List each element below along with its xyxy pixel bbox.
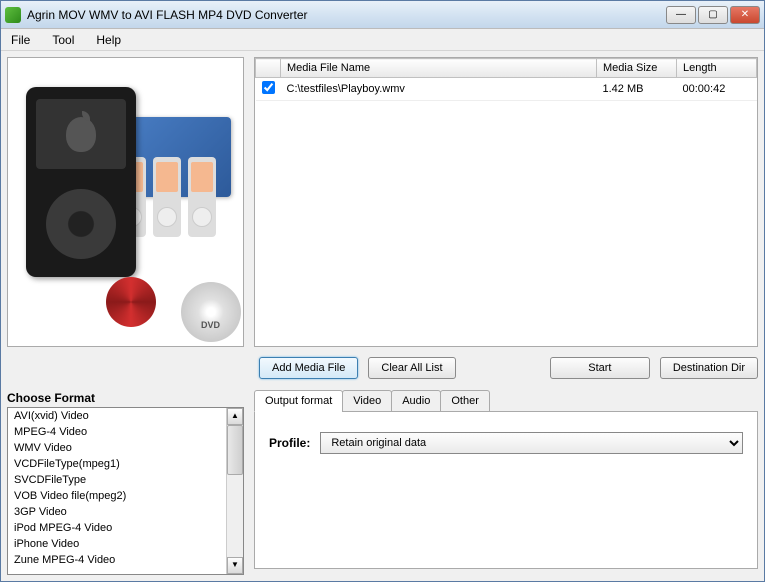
tab-audio[interactable]: Audio [391, 390, 441, 412]
format-list-item[interactable]: VCDFileType(mpeg1) [8, 456, 226, 472]
format-list-item[interactable]: VOB Video file(mpeg2) [8, 488, 226, 504]
preview-artwork: DVD [16, 67, 236, 337]
convert-arrows-icon [106, 277, 156, 327]
cell-length: 00:00:42 [677, 78, 757, 101]
tab-other[interactable]: Other [440, 390, 490, 412]
scroll-down-icon[interactable]: ▼ [227, 557, 243, 574]
format-scrollbar[interactable]: ▲ ▼ [226, 408, 243, 574]
action-button-row: Add Media File Clear All List Start Dest… [7, 353, 758, 383]
tab-content: Profile: Retain original data [254, 411, 758, 569]
profile-select[interactable]: Retain original data [320, 432, 743, 454]
convert-badge [106, 277, 156, 327]
menubar: File Tool Help [1, 29, 764, 51]
table-row[interactable]: C:\testfiles\Playboy.wmv1.42 MB00:00:42 [256, 78, 757, 101]
file-list-panel: Media File Name Media Size Length C:\tes… [254, 57, 758, 347]
content-area: DVD Media File Name Media Size Length C:… [1, 51, 764, 581]
window-controls: — ▢ ✕ [666, 6, 760, 24]
format-list-wrap: AVI(xvid) VideoMPEG-4 VideoWMV VideoVCDF… [7, 407, 244, 575]
col-media-size[interactable]: Media Size [597, 59, 677, 78]
output-panel: Output format Video Audio Other Profile:… [254, 389, 758, 575]
window-title: Agrin MOV WMV to AVI FLASH MP4 DVD Conve… [27, 8, 666, 22]
app-icon [5, 7, 21, 23]
format-title: Choose Format [7, 389, 244, 407]
format-list-item[interactable]: SVCDFileType [8, 472, 226, 488]
format-list-item[interactable]: AVI(xvid) Video [8, 408, 226, 424]
start-button[interactable]: Start [550, 357, 650, 379]
scroll-track[interactable] [227, 425, 243, 557]
maximize-button[interactable]: ▢ [698, 6, 728, 24]
menu-file[interactable]: File [7, 31, 34, 49]
add-media-button[interactable]: Add Media File [259, 357, 358, 379]
format-list-item[interactable]: MPEG-4 Video [8, 424, 226, 440]
app-window: Agrin MOV WMV to AVI FLASH MP4 DVD Conve… [0, 0, 765, 582]
col-media-name[interactable]: Media File Name [281, 59, 597, 78]
profile-label: Profile: [269, 436, 310, 450]
upper-section: DVD Media File Name Media Size Length C:… [7, 57, 758, 347]
tab-output-format[interactable]: Output format [254, 390, 343, 412]
minimize-button[interactable]: — [666, 6, 696, 24]
format-list-item[interactable]: WMV Video [8, 440, 226, 456]
titlebar: Agrin MOV WMV to AVI FLASH MP4 DVD Conve… [1, 1, 764, 29]
nano-graphic [188, 157, 216, 237]
scroll-up-icon[interactable]: ▲ [227, 408, 243, 425]
clickwheel-graphic [46, 189, 116, 259]
lower-section: Choose Format AVI(xvid) VideoMPEG-4 Vide… [7, 389, 758, 575]
format-list-item[interactable]: 3GP Video [8, 504, 226, 520]
ipod-large-graphic [26, 87, 136, 277]
profile-row: Profile: Retain original data [269, 432, 743, 454]
tab-video[interactable]: Video [342, 390, 392, 412]
cell-name: C:\testfiles\Playboy.wmv [281, 78, 597, 101]
clear-all-button[interactable]: Clear All List [368, 357, 455, 379]
apple-logo-icon [66, 117, 96, 152]
format-list-item[interactable]: iPod MPEG-4 Video [8, 520, 226, 536]
format-list[interactable]: AVI(xvid) VideoMPEG-4 VideoWMV VideoVCDF… [8, 408, 226, 574]
destination-dir-button[interactable]: Destination Dir [660, 357, 758, 379]
menu-tool[interactable]: Tool [48, 31, 78, 49]
nano-graphic [153, 157, 181, 237]
output-tabs: Output format Video Audio Other [254, 390, 758, 412]
close-button[interactable]: ✕ [730, 6, 760, 24]
col-check[interactable] [256, 59, 281, 78]
col-length[interactable]: Length [677, 59, 757, 78]
scroll-thumb[interactable] [227, 425, 243, 475]
format-list-item[interactable]: iPhone Video [8, 536, 226, 552]
dvd-disc-icon: DVD [181, 282, 241, 342]
preview-box: DVD [7, 57, 244, 347]
format-list-item[interactable]: Zune MPEG-4 Video [8, 552, 226, 568]
menu-help[interactable]: Help [92, 31, 125, 49]
cell-size: 1.42 MB [597, 78, 677, 101]
file-table: Media File Name Media Size Length C:\tes… [255, 58, 757, 101]
ipod-screen [36, 99, 126, 169]
row-checkbox[interactable] [262, 81, 275, 94]
format-panel: Choose Format AVI(xvid) VideoMPEG-4 Vide… [7, 389, 244, 575]
